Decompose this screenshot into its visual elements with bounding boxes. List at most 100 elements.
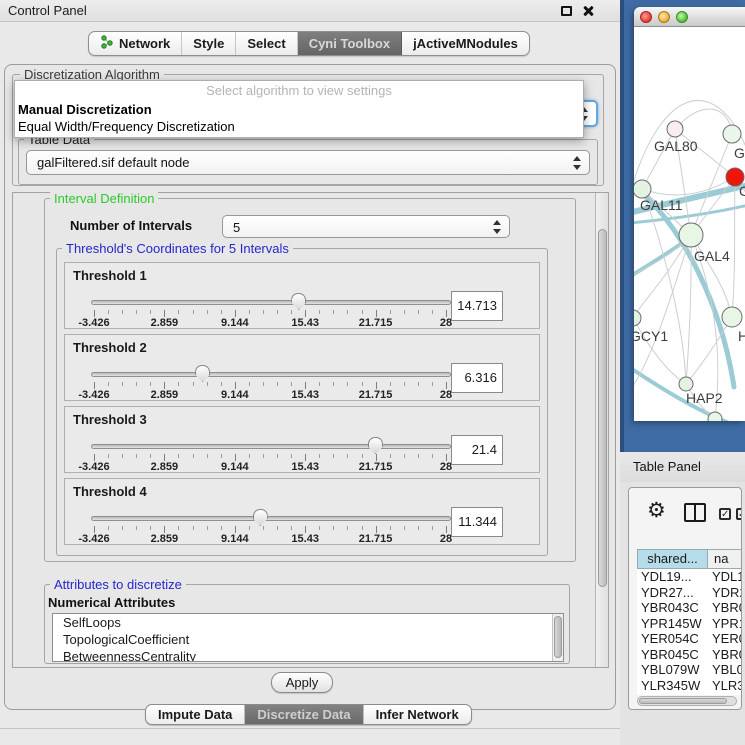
tick-mark [333,454,334,458]
close-traffic-light-icon[interactable] [640,11,652,23]
tab-select[interactable]: Select [236,32,297,55]
threshold-value-field[interactable]: 6.316 [451,363,503,393]
zoom-traffic-light-icon[interactable] [676,11,688,23]
number-of-intervals-spinner[interactable]: 5 [222,215,510,238]
threshold-slider-track[interactable] [91,372,451,377]
tick-mark [305,310,306,317]
tick-mark [291,526,292,530]
network-canvas[interactable]: GAL80GACGAL11GAL4GCY1HHAP2 [634,27,745,421]
axis-tick-label: 21.715 [359,533,393,545]
float-window-icon[interactable] [561,6,572,16]
vertical-scrollbar[interactable] [595,193,608,667]
cell-shared-name: YBR043C [637,600,712,616]
axis-tick-label: 9.144 [221,533,249,545]
dropdown-item[interactable]: Equal Width/Frequency Discretization [15,118,583,135]
table-row[interactable]: YLR345WYLR3 [637,678,742,694]
network-icon [100,35,114,52]
tick-mark [390,382,391,386]
checkbox-icon[interactable] [736,508,742,520]
table-header-row: shared...na [637,549,742,569]
thresholds-group-title: Threshold's Coordinates for 5 Intervals [62,241,293,256]
attributes-scrollbar[interactable] [552,614,563,661]
apply-button[interactable]: Apply [271,672,333,693]
threshold-slider-thumb[interactable] [291,293,306,310]
attribute-list-item[interactable]: BetweennessCentrality [53,648,563,662]
threshold-value-field[interactable]: 21.4 [451,435,503,465]
tab-cyni-toolbox[interactable]: Cyni Toolbox [298,32,402,55]
tick-mark [235,454,236,461]
table-row[interactable]: YPR145WYPR1 [637,616,742,632]
table-row[interactable]: YDR27...YDR2 [637,585,742,601]
network-node-HAP2[interactable] [679,377,693,391]
attributes-group-title: Attributes to discretize [50,577,186,592]
tab-infer-network[interactable]: Infer Network [364,705,471,724]
attribute-list-item[interactable]: SelfLoops [53,614,563,631]
split-view-icon[interactable] [684,503,706,522]
threshold-slider-track[interactable] [91,300,451,305]
axis-tick-label: 2.859 [151,461,179,473]
close-icon[interactable] [581,4,595,18]
tick-mark [404,454,405,458]
network-node-label: H [738,328,745,344]
network-node-node-h[interactable] [722,307,742,327]
tab-jactivemnodules[interactable]: jActiveMNodules [402,32,529,55]
minimize-traffic-light-icon[interactable] [658,11,670,23]
network-node-GAL80[interactable] [667,121,683,137]
tab-network[interactable]: Network [89,32,182,55]
network-node-node-top-right[interactable] [723,125,741,143]
axis-tick-label: 21.715 [359,389,393,401]
tick-mark [446,454,447,461]
tick-mark [150,526,151,530]
scrollbar-thumb[interactable] [554,616,562,658]
threshold-slider-track[interactable] [91,444,451,449]
tick-mark [319,454,320,458]
checkbox-icon[interactable] [719,508,731,520]
network-window-titlebar[interactable] [634,7,745,27]
table-row[interactable]: YDL19...YDL1 [637,569,742,585]
horizontal-scrollbar[interactable] [637,696,737,706]
network-node-GAL4[interactable] [679,223,703,247]
network-node-GCY1[interactable] [634,310,641,326]
tab-style[interactable]: Style [182,32,236,55]
scrollbar-thumb[interactable] [598,229,607,587]
network-node-label: GAL80 [654,138,698,154]
tick-mark [221,454,222,458]
network-view-window: GAL80GACGAL11GAL4GCY1HHAP2 [634,7,745,421]
numerical-attributes-list: SelfLoopsTopologicalCoefficientBetweenne… [52,613,564,662]
threshold-value-field[interactable]: 11.344 [451,507,503,537]
threshold-value-field[interactable]: 14.713 [451,291,503,321]
threshold-slider-thumb[interactable] [253,509,268,526]
table-row[interactable]: YBR043CYBR0 [637,600,742,616]
tick-mark [446,526,447,533]
scrollbar-thumb[interactable] [639,698,727,704]
column-header[interactable]: na [708,549,742,569]
tick-mark [136,454,137,458]
tab-discretize-data[interactable]: Discretize Data [245,705,363,724]
tick-mark [136,310,137,314]
table-row[interactable]: YIL052CYIL0 [637,693,742,695]
column-header[interactable]: shared... [637,549,708,569]
network-node-node-bottom-partial[interactable] [708,412,722,421]
tick-mark [193,382,194,386]
gear-icon[interactable] [647,498,666,523]
tick-mark [249,454,250,458]
dropdown-item[interactable]: Manual Discretization [15,101,583,118]
axis-tick-label: 21.715 [359,317,393,329]
threshold-row: Threshold 4-3.4262.8599.14415.4321.71528… [64,478,540,545]
attribute-list-item[interactable]: TopologicalCoefficient [53,631,563,648]
cell-name: YBL0 [712,662,742,678]
tick-mark [249,382,250,386]
threshold-row: Threshold 2-3.4262.8599.14415.4321.71528… [64,334,540,401]
axis-tick-label: 15.43 [291,533,319,545]
threshold-slider-thumb[interactable] [368,437,383,454]
table-row[interactable]: YBL079WYBL0 [637,662,742,678]
tick-mark [94,526,95,533]
network-edge[interactable] [732,177,735,317]
tab-impute-data[interactable]: Impute Data [146,705,245,724]
table-data-combobox[interactable]: galFiltered.sif default node [26,150,590,175]
table-row[interactable]: YBR045CYBR0 [637,647,742,663]
table-row[interactable]: YER054CYER0 [637,631,742,647]
threshold-slider-thumb[interactable] [195,365,210,382]
threshold-slider-track[interactable] [91,516,451,521]
network-node-GAL11[interactable] [634,180,651,198]
